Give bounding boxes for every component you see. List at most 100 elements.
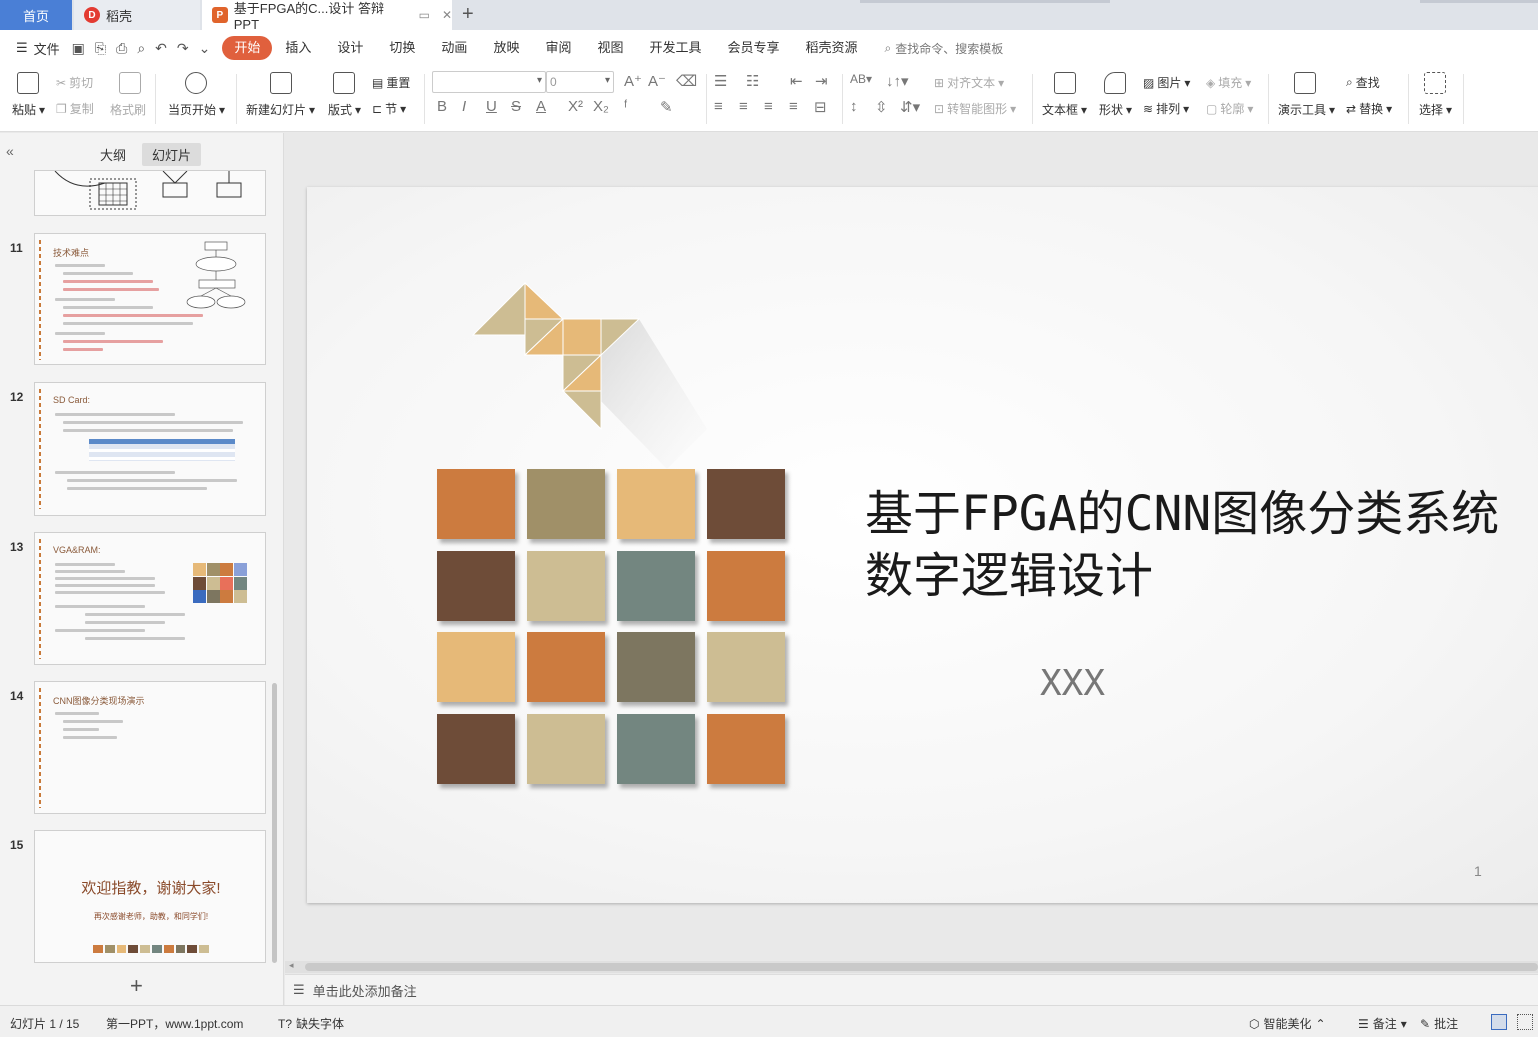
slide-thumbnail-14[interactable]: CNN图像分类现场演示 — [34, 681, 266, 814]
select-button[interactable]: 选择 ▾ — [1419, 101, 1452, 118]
replace-button[interactable]: ⇄ 替换 ▾ — [1346, 100, 1392, 117]
add-slide-button[interactable]: + — [130, 973, 143, 999]
play-from-current-button[interactable]: 当页开始 ▾ — [168, 101, 225, 118]
superscript-icon[interactable]: X² — [568, 98, 583, 115]
beautify-button[interactable]: ⬡ 智能美化 ⌃ — [1249, 1015, 1326, 1032]
find-button[interactable]: ⌕ 查找 — [1346, 74, 1380, 91]
close-icon[interactable]: ✕ — [442, 8, 452, 22]
undo-icon[interactable]: ↶ — [155, 40, 167, 57]
print-icon[interactable]: ⎙ — [116, 40, 127, 57]
slide-author[interactable]: XXX — [1040, 663, 1105, 704]
notes-pane[interactable]: ☰ 单击此处添加备注 — [285, 974, 1538, 1005]
slide-sorter-view-icon[interactable] — [1517, 1014, 1533, 1030]
save-icon[interactable]: ▣ — [72, 40, 85, 57]
bullet-list-icon[interactable]: ☰ — [714, 72, 727, 90]
new-tab-button[interactable]: + — [462, 3, 474, 26]
align-right-icon[interactable]: ≡ — [764, 98, 773, 115]
menu-slideshow[interactable]: 放映 — [480, 36, 532, 60]
menu-member[interactable]: 会员专享 — [715, 36, 793, 60]
collapse-panel-icon[interactable]: « — [6, 143, 14, 159]
horizontal-scrollbar-thumb[interactable] — [305, 963, 1538, 971]
sort-icon[interactable]: ↓↑▾ — [886, 72, 909, 90]
menu-transition[interactable]: 切换 — [376, 36, 428, 60]
paragraph-spacing-icon[interactable]: ⇳ — [875, 98, 888, 116]
increase-font-icon[interactable]: A⁺ — [624, 72, 642, 90]
normal-view-icon[interactable] — [1491, 1014, 1507, 1030]
pin-icon[interactable]: ▭ — [419, 8, 430, 22]
slide-thumbnail-15[interactable]: 欢迎指教，谢谢大家! 再次感谢老师，助教，和同学们! — [34, 830, 266, 963]
format-painter-button[interactable]: 格式刷 — [110, 101, 146, 118]
missing-fonts-button[interactable]: T? 缺失字体 — [278, 1015, 344, 1032]
scroll-left-icon[interactable]: ◂ — [289, 960, 294, 971]
textbox-button[interactable]: 文本框 ▾ — [1042, 101, 1087, 118]
align-center-icon[interactable]: ≡ — [739, 98, 748, 115]
font-color-icon[interactable]: A — [536, 98, 546, 115]
bold-icon[interactable]: B — [437, 98, 447, 115]
menu-start[interactable]: 开始 — [222, 36, 273, 60]
slide-thumbnail-13[interactable]: VGA&RAM: — [34, 532, 266, 665]
new-slide-button[interactable]: 新建幻灯片 ▾ — [246, 101, 315, 118]
tab-outline[interactable]: 大纲 — [90, 143, 136, 166]
menu-daoke-resources[interactable]: 稻壳资源 — [793, 36, 871, 60]
panel-scrollbar[interactable] — [272, 683, 277, 963]
menu-developer[interactable]: 开发工具 — [636, 36, 714, 60]
slide-title[interactable]: 基于FPGA的CNN图像分类系统 数字逻辑设计 — [865, 483, 1499, 607]
spacing-options-icon[interactable]: ⇵▾ — [900, 98, 920, 116]
align-left-icon[interactable]: ≡ — [714, 98, 723, 115]
decrease-font-icon[interactable]: A⁻ — [648, 72, 666, 90]
section-button[interactable]: ⊏ 节 ▾ — [372, 100, 406, 117]
copy-button[interactable]: ❐ 复制 — [56, 100, 94, 117]
export-pdf-icon[interactable]: ⎘ — [95, 40, 106, 57]
arrange-button[interactable]: ≋ 排列 ▾ — [1143, 100, 1189, 117]
fill-button[interactable]: ◈ 填充 ▾ — [1206, 74, 1251, 91]
tab-home[interactable]: 首页 — [0, 0, 72, 30]
print-preview-icon[interactable]: ⌕ — [137, 40, 145, 57]
decrease-indent-icon[interactable]: ⇤ — [790, 72, 803, 90]
outline-button[interactable]: ▢ 轮廓 ▾ — [1206, 100, 1253, 117]
presenter-tools-button[interactable]: 演示工具 ▾ — [1278, 101, 1335, 118]
subscript-icon[interactable]: X₂ — [593, 98, 609, 115]
menu-insert[interactable]: 插入 — [272, 36, 324, 60]
smart-art-button[interactable]: ⊡ 转智能图形 ▾ — [934, 100, 1016, 117]
comments-button[interactable]: ✎ 批注 — [1420, 1015, 1458, 1032]
notes-toggle-button[interactable]: ☰ 备注 ▾ — [1358, 1015, 1407, 1032]
align-text-button[interactable]: ⊞ 对齐文本 ▾ — [934, 74, 1004, 91]
slide-canvas[interactable]: 基于FPGA的CNN图像分类系统 数字逻辑设计 XXX 1 — [307, 187, 1538, 903]
redo-icon[interactable]: ↷ — [177, 40, 189, 57]
tab-daoke[interactable]: D 稻壳 — [74, 0, 200, 30]
numbered-list-icon[interactable]: ☷ — [746, 72, 759, 90]
cut-button[interactable]: ✂ 剪切 — [56, 74, 93, 91]
tab-document[interactable]: P 基于FPGA的C...设计 答辩PPT ▭ ✕ — [202, 0, 452, 32]
picture-button[interactable]: ▨ 图片 ▾ — [1143, 74, 1190, 91]
menu-review[interactable]: 审阅 — [532, 36, 584, 60]
paste-button[interactable]: 粘贴 ▾ — [12, 101, 45, 118]
line-spacing-icon[interactable]: ↕ — [850, 98, 858, 115]
menu-animation[interactable]: 动画 — [428, 36, 480, 60]
italic-icon[interactable]: I — [462, 98, 466, 115]
phonetic-icon[interactable]: ᶠ — [624, 98, 627, 115]
underline-icon[interactable]: U — [486, 98, 497, 115]
slide-thumbnail-11[interactable]: 技术难点 — [34, 233, 266, 365]
justify-icon[interactable]: ≡ — [789, 98, 798, 115]
customize-icon[interactable]: ⌄ — [199, 40, 211, 57]
horizontal-scrollbar[interactable]: ◂ — [285, 960, 1538, 973]
text-direction-icon[interactable]: AB▾ — [850, 72, 872, 86]
font-size-select[interactable]: 0 ▾ — [546, 71, 614, 93]
shapes-button[interactable]: 形状 ▾ — [1099, 101, 1132, 118]
menu-design[interactable]: 设计 — [324, 36, 376, 60]
increase-indent-icon[interactable]: ⇥ — [815, 72, 828, 90]
layout-button[interactable]: 版式 ▾ — [328, 101, 361, 118]
font-family-select[interactable]: ▾ — [432, 71, 546, 93]
tab-slides[interactable]: 幻灯片 — [142, 143, 202, 166]
highlight-icon[interactable]: ✎ — [660, 98, 673, 116]
menu-view[interactable]: 视图 — [584, 36, 636, 60]
strikethrough-icon[interactable]: S — [511, 98, 521, 115]
slide-thumbnail-10[interactable] — [34, 170, 266, 216]
command-search[interactable]: ⌕ 查找命令、搜索模板 — [885, 40, 1004, 57]
reset-button[interactable]: ▤ 重置 — [372, 74, 410, 91]
slide-thumbnail-12[interactable]: SD Card: — [34, 382, 266, 516]
file-menu[interactable]: ☰ 文件 — [0, 39, 72, 58]
theme-name[interactable]: 第一PPT，www.1ppt.com — [106, 1015, 243, 1032]
clear-format-icon[interactable]: ⌫ — [676, 72, 697, 90]
distribute-icon[interactable]: ⊟ — [814, 98, 827, 116]
